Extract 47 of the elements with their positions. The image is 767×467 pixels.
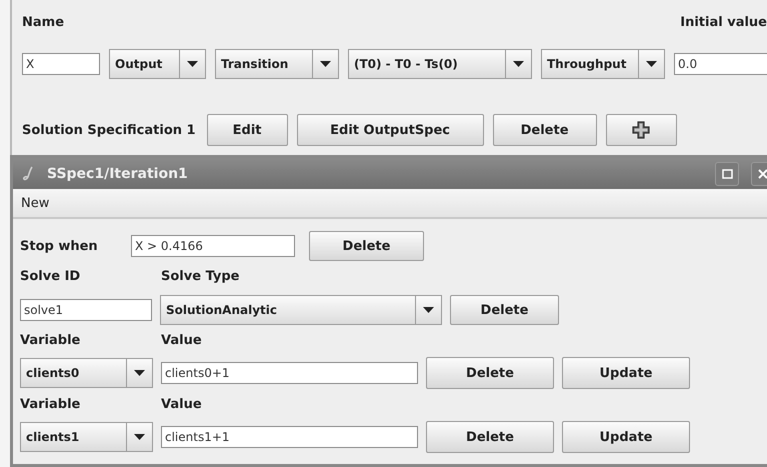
note-icon <box>23 166 35 182</box>
maximize-button[interactable] <box>715 162 739 186</box>
plus-icon <box>632 121 650 139</box>
window-title: SSpec1/Iteration1 <box>47 166 188 182</box>
maximize-icon <box>722 168 732 178</box>
menu-item[interactable]: New <box>21 196 50 210</box>
name-label: Name <box>22 15 64 32</box>
initial-value-label: Initial value <box>680 15 767 32</box>
button[interactable]: Update <box>562 421 690 453</box>
button[interactable]: Edit <box>206 114 288 146</box>
caret-icon <box>187 61 198 67</box>
dropdown[interactable]: Output <box>109 49 206 79</box>
variable-label: Variable <box>20 333 82 350</box>
dropdown[interactable]: SolutionAnalytic <box>160 295 442 325</box>
button[interactable]: Delete <box>309 231 424 261</box>
dropdown[interactable]: Transition <box>215 49 339 79</box>
caret-icon <box>423 307 434 313</box>
value-field[interactable]: clients0+1 <box>161 362 418 384</box>
stop-when-label: Stop when <box>20 238 99 254</box>
stop-condition-field[interactable]: X > 0.4166 <box>131 235 295 257</box>
button[interactable]: Edit OutputSpec <box>296 114 484 146</box>
dropdown[interactable]: clients0 <box>20 358 153 388</box>
button[interactable]: Update <box>562 357 690 389</box>
caret-icon <box>134 370 145 376</box>
solve-id-field[interactable]: solve1 <box>20 299 152 321</box>
button[interactable]: Delete <box>426 421 554 453</box>
dropdown[interactable]: Throughput <box>541 49 665 79</box>
solution-specification-label: Solution Specification 1 <box>22 122 196 138</box>
add-button[interactable] <box>606 114 677 146</box>
button[interactable]: Delete <box>426 357 554 389</box>
close-icon <box>758 168 767 178</box>
caret-icon <box>513 61 524 67</box>
button[interactable]: Delete <box>450 295 559 325</box>
solve-id-label: Solve ID <box>20 269 82 286</box>
button[interactable]: Delete <box>492 114 597 146</box>
value-label: Value <box>161 333 202 350</box>
value-label: Value <box>161 397 202 414</box>
initial-value-field[interactable]: 0.0 <box>674 53 767 75</box>
caret-icon <box>134 434 145 440</box>
variable-label: Variable <box>20 397 82 414</box>
name-field[interactable]: X <box>22 53 100 75</box>
caret-icon <box>320 61 331 67</box>
dropdown[interactable]: (T0) - T0 - Ts(0) <box>348 49 532 79</box>
caret-icon <box>646 61 657 67</box>
dropdown[interactable]: clients1 <box>20 422 153 452</box>
solve-type-label: Solve Type <box>161 269 240 286</box>
value-field[interactable]: clients1+1 <box>161 426 418 448</box>
